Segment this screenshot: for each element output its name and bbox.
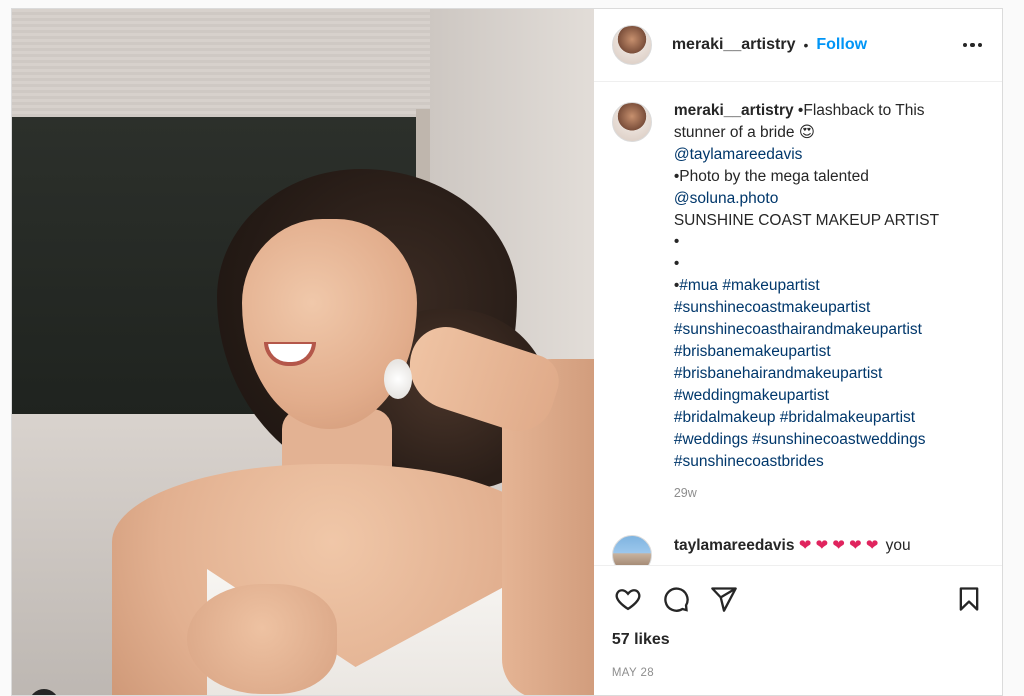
caption-avatar[interactable] <box>611 102 652 142</box>
photo-window-blind <box>12 9 442 129</box>
hashtag-link[interactable]: #sunshinecoastmakeupartist <box>674 297 964 319</box>
hashtag-link[interactable]: #sunshinecoastbrides <box>674 451 964 473</box>
post-date[interactable]: MAY 28 <box>594 657 1002 695</box>
hashtag-link[interactable]: #bridalmakeup #bridalmakeupartist <box>674 407 964 429</box>
hashtag-link[interactable]: #brisbanemakeupartist <box>674 341 964 363</box>
post-photo[interactable] <box>12 9 594 695</box>
caption-time[interactable]: 29w <box>674 483 964 505</box>
more-dot <box>970 42 975 48</box>
caption-line: • <box>673 255 680 273</box>
hashtag-link[interactable]: #weddingmakeupartist <box>674 385 964 407</box>
comment-body: taylamareedavis ❤ ❤ ❤ ❤ ❤ you <box>674 535 964 565</box>
save-bookmark-icon[interactable] <box>954 584 984 614</box>
more-options-icon[interactable] <box>959 33 987 57</box>
caption: meraki__artistry •Flashback to This stun… <box>611 100 986 505</box>
caption-username[interactable]: meraki__artistry <box>674 102 794 119</box>
photo-earring <box>384 359 412 399</box>
post-header: meraki__artistry • Follow <box>593 9 1002 82</box>
caption-line: •Photo by the mega talented <box>673 167 869 185</box>
caption-body: meraki__artistry •Flashback to This stun… <box>674 100 964 505</box>
share-paper-plane-icon[interactable] <box>709 584 739 614</box>
comment-item: taylamareedavis ❤ ❤ ❤ ❤ ❤ you <box>611 535 986 565</box>
header-username[interactable]: meraki__artistry <box>672 36 796 54</box>
caption-line: SUNSHINE COAST MAKEUP ARTIST <box>673 211 940 229</box>
hashtag-link[interactable]: #weddings #sunshinecoastweddings <box>674 429 964 451</box>
hashtag-link[interactable]: #sunshinecoasthairandmakeupartist <box>674 319 964 341</box>
hashtag-link[interactable]: #brisbanehairandmakeupartist <box>674 363 964 385</box>
like-heart-icon[interactable] <box>613 584 643 614</box>
post-actions <box>593 565 1002 631</box>
avatar[interactable] <box>611 25 652 65</box>
mention-link[interactable]: @taylamareedavis <box>674 144 964 166</box>
comments-area[interactable]: meraki__artistry •Flashback to This stun… <box>594 82 1002 565</box>
caption-line: stunner of a bride 😍 <box>673 123 815 141</box>
post-card: meraki__artistry • Follow meraki__artist… <box>11 8 1003 696</box>
photo-hand-chest <box>187 584 337 694</box>
caption-line: • <box>673 233 680 251</box>
header-separator: • <box>803 37 809 53</box>
comment-text: you <box>885 537 911 555</box>
follow-button[interactable]: Follow <box>816 36 867 54</box>
hashtag-link[interactable]: #mua #makeupartist <box>679 277 819 294</box>
mention-link[interactable]: @soluna.photo <box>674 188 964 210</box>
comment-avatar[interactable] <box>611 535 652 565</box>
comment-username[interactable]: taylamareedavis <box>674 537 795 554</box>
caption-line: •Flashback to This <box>797 102 925 119</box>
comment-bubble-icon[interactable] <box>661 584 691 614</box>
post-side-panel: meraki__artistry • Follow meraki__artist… <box>593 9 1002 695</box>
likes-count[interactable]: 57 likes <box>594 631 1002 657</box>
heart-emoji-icon: ❤ ❤ ❤ ❤ ❤ <box>798 537 879 555</box>
more-dot <box>962 42 967 48</box>
more-dot <box>977 42 982 48</box>
